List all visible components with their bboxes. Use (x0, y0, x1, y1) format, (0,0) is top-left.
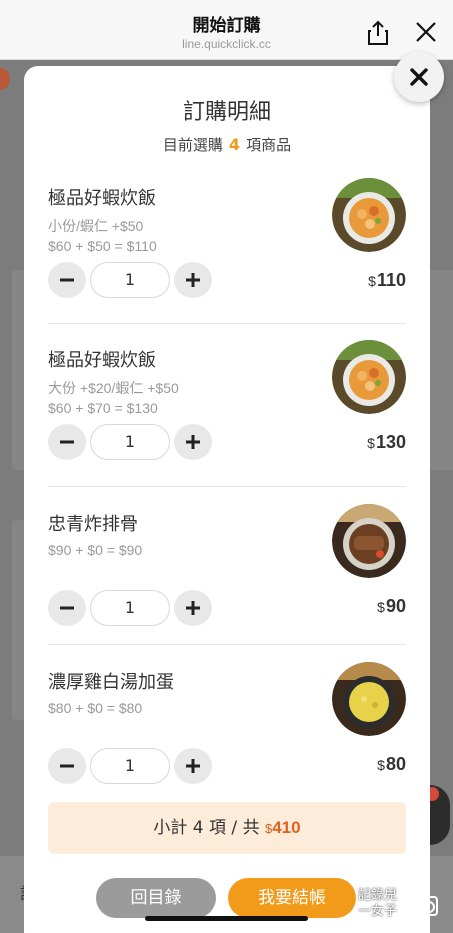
subtotal-amount: $410 (265, 818, 301, 837)
minus-icon (60, 278, 74, 282)
item-photo (332, 178, 406, 252)
plus-icon (186, 273, 200, 287)
quantity-input[interactable]: 1 (90, 262, 170, 298)
item-photo (332, 504, 406, 578)
watermark-logo: 記錄兒 一女子 (356, 886, 442, 924)
plus-icon (186, 759, 200, 773)
quantity-stepper: 1 (48, 424, 218, 460)
subtotal-bar: 小計 4 項 / 共 $410 (48, 802, 406, 854)
plus-icon (186, 601, 200, 615)
currency-symbol: $ (377, 757, 385, 773)
decrease-button[interactable] (48, 262, 86, 298)
back-to-menu-button[interactable]: 回目錄 (96, 878, 216, 918)
decrease-button[interactable] (48, 424, 86, 460)
item-name: 極品好蝦炊飯 (48, 188, 156, 209)
item-price: $130 (367, 432, 406, 453)
modal-close-button[interactable] (394, 52, 444, 102)
watermark-line-1: 記錄兒 (358, 888, 398, 903)
increase-button[interactable] (174, 748, 212, 784)
item-option: 小份/蝦仁 +$50 (48, 218, 144, 234)
price-value: 130 (375, 432, 406, 452)
item-price: $80 (377, 754, 406, 775)
quantity-input[interactable]: 1 (90, 424, 170, 460)
minus-icon (60, 606, 74, 610)
quantity-input[interactable]: 1 (90, 590, 170, 626)
quantity-stepper: 1 (48, 748, 218, 784)
item-photo (332, 662, 406, 736)
decrease-button[interactable] (48, 590, 86, 626)
plus-icon (186, 435, 200, 449)
home-indicator (145, 916, 308, 921)
price-value: 80 (385, 754, 406, 774)
order-details-modal: 訂購明細 目前選購 4 項商品 極品好蝦炊飯 小份/蝦仁 +$50 $60 + $5… (24, 66, 430, 933)
divider (48, 644, 406, 645)
currency-symbol: $ (377, 599, 385, 615)
modal-title: 訂購明細 (182, 100, 271, 125)
item-name: 濃厚雞白湯加蛋 (48, 672, 174, 693)
close-icon (410, 68, 428, 86)
item-name: 忠青炸排骨 (48, 514, 138, 535)
divider (48, 323, 406, 324)
checkout-button[interactable]: 我要結帳 (228, 878, 356, 918)
currency-symbol: $ (368, 273, 376, 289)
increase-button[interactable] (174, 590, 212, 626)
close-icon[interactable] (415, 21, 437, 43)
item-count: 4 (228, 135, 241, 154)
decrease-button[interactable] (48, 748, 86, 784)
quantity-input[interactable]: 1 (90, 748, 170, 784)
watermark-line-2: 一女子 (358, 904, 398, 919)
minus-icon (60, 764, 74, 768)
quantity-stepper: 1 (48, 590, 218, 626)
item-formula: $60 + $70 = $130 (48, 400, 158, 416)
item-formula: $90 + $0 = $90 (48, 542, 143, 558)
item-formula: $80 + $0 = $80 (48, 700, 143, 716)
item-formula: $60 + $50 = $110 (48, 238, 157, 254)
currency-symbol: $ (367, 435, 375, 451)
item-price: $110 (368, 270, 406, 291)
background-card (430, 270, 453, 470)
minus-icon (60, 440, 74, 444)
increase-button[interactable] (174, 424, 212, 460)
camera-icon (416, 896, 438, 916)
subtotal-value: 410 (272, 818, 301, 837)
price-value: 110 (376, 270, 406, 290)
share-icon[interactable] (366, 20, 390, 46)
increase-button[interactable] (174, 262, 212, 298)
quantity-stepper: 1 (48, 262, 218, 298)
item-photo (332, 340, 406, 414)
price-value: 90 (385, 596, 406, 616)
subtotal-label: 小計 4 項 / 共 (153, 818, 260, 838)
divider (48, 486, 406, 487)
subtitle-prefix: 目前選購 (162, 136, 223, 154)
item-option: 大份 +$20/蝦仁 +$50 (48, 380, 179, 396)
item-name: 極品好蝦炊飯 (48, 350, 156, 371)
browser-header: 開始訂購 line.quickclick.cc (0, 0, 453, 60)
modal-subtitle: 目前選購 4 項商品 (24, 134, 430, 155)
subtitle-suffix: 項商品 (246, 136, 292, 154)
item-price: $90 (377, 596, 406, 617)
